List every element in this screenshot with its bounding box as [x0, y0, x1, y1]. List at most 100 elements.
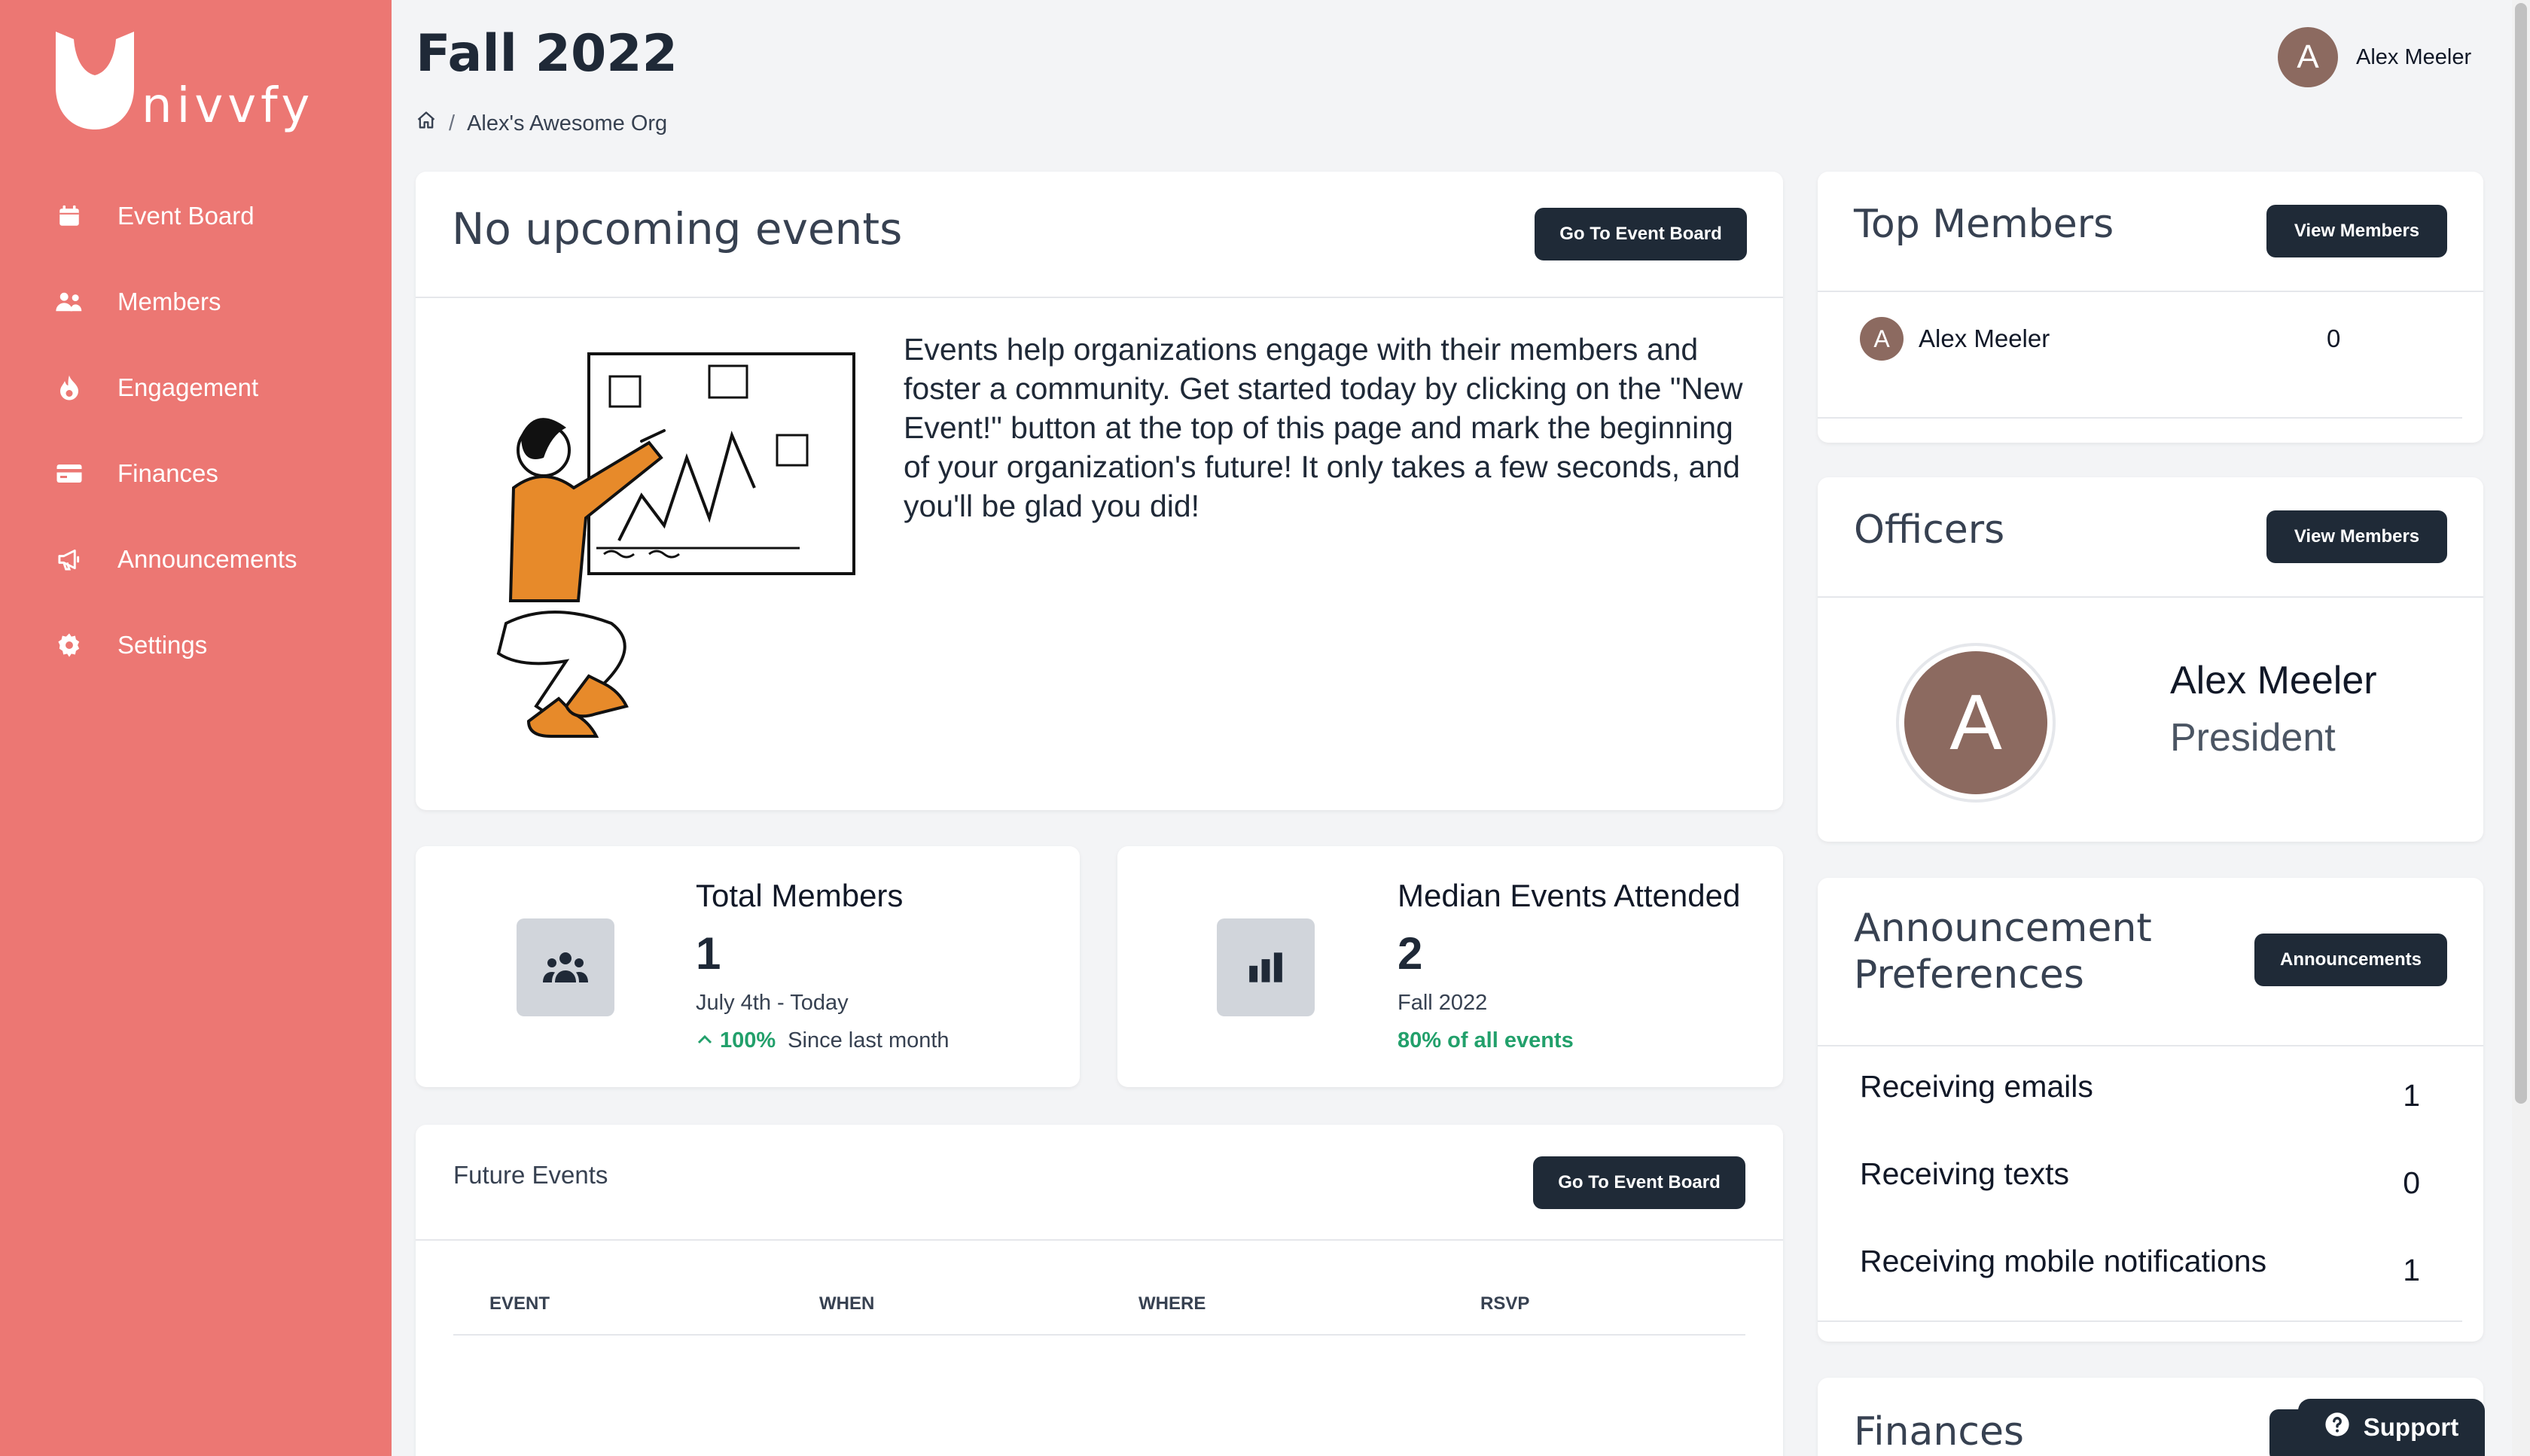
pref-value: 1	[2403, 1078, 2420, 1113]
card-divider	[1818, 596, 2483, 598]
users-stat-icon	[517, 918, 614, 1016]
pref-label: Receiving texts	[1860, 1156, 2070, 1191]
stat-change-value: 100%	[720, 1028, 776, 1052]
title-line: Preferences	[1854, 952, 2084, 998]
card-divider	[1818, 417, 2462, 419]
stat-note: 80% of all events	[1398, 1028, 1574, 1052]
top-members-title: Top Members	[1854, 202, 2114, 247]
card-divider	[416, 297, 1783, 298]
column-header-event[interactable]: EVENT	[489, 1293, 550, 1314]
list-item: Receiving emails 1	[1860, 1069, 2420, 1113]
calendar-icon	[54, 201, 84, 231]
stat-value: 2	[1398, 928, 1423, 979]
member-name: Alex Meeler	[1919, 324, 2050, 352]
sidebar-item-label: Event Board	[117, 202, 255, 230]
finances-title: Finances	[1854, 1409, 2025, 1454]
member-count: 0	[2327, 324, 2341, 352]
breadcrumb-separator: /	[449, 111, 456, 136]
sidebar-item-members[interactable]: Members	[0, 259, 392, 345]
upcoming-events-title: No upcoming events	[452, 203, 903, 254]
stat-change: 100% Since last month	[696, 1028, 950, 1053]
announcements-button[interactable]: Announcements	[2254, 934, 2447, 986]
sidebar-item-engagement[interactable]: Engagement	[0, 345, 392, 431]
card-divider	[1818, 1045, 2483, 1046]
breadcrumb: / Alex's Awesome Org	[416, 110, 667, 137]
sidebar-item-label: Finances	[117, 459, 218, 487]
table-header-divider	[453, 1334, 1745, 1336]
sidebar-item-label: Settings	[117, 631, 208, 659]
credit-card-icon	[54, 458, 84, 489]
bar-chart-icon	[1217, 918, 1315, 1016]
nivvfy-logo[interactable]: nivvfy	[53, 29, 309, 134]
users-icon	[54, 287, 84, 317]
title-line: Announcement	[1854, 906, 2152, 951]
median-events-card: Median Events Attended 2 Fall 2022 80% o…	[1117, 846, 1783, 1087]
officers-card: Officers View Members A Alex Meeler Pres…	[1818, 477, 2483, 842]
pref-value: 1	[2403, 1253, 2420, 1287]
go-to-event-board-button[interactable]: Go To Event Board	[1533, 1156, 1745, 1209]
user-menu[interactable]: A Alex Meeler	[2278, 27, 2471, 87]
avatar: A	[1904, 651, 2047, 794]
help-icon	[2324, 1412, 2350, 1443]
breadcrumb-org[interactable]: Alex's Awesome Org	[467, 111, 667, 136]
avatar: A	[2278, 27, 2338, 87]
stat-value: 1	[696, 928, 721, 979]
sidebar-item-announcements[interactable]: Announcements	[0, 516, 392, 602]
home-icon[interactable]	[416, 110, 437, 137]
user-name: Alex Meeler	[2356, 44, 2472, 69]
sidebar-item-label: Members	[117, 288, 221, 315]
go-to-event-board-button[interactable]: Go To Event Board	[1535, 208, 1747, 260]
card-divider	[1818, 1320, 2462, 1322]
pref-value: 0	[2403, 1165, 2420, 1200]
sidebar-item-settings[interactable]: Settings	[0, 602, 392, 688]
officer-name: Alex Meeler	[2170, 659, 2377, 702]
sidebar: nivvfy Event Board Members Engagement Fi…	[0, 0, 392, 1456]
announcement-preferences-card: Announcement Preferences Announcements R…	[1818, 878, 2483, 1342]
support-label: Support	[2363, 1413, 2459, 1441]
logo-mark-icon	[56, 32, 134, 129]
stat-range: July 4th - Today	[696, 991, 849, 1015]
support-button[interactable]: Support	[2298, 1399, 2485, 1456]
stat-title: Total Members	[696, 878, 904, 913]
pref-label: Receiving emails	[1860, 1069, 2093, 1104]
page-scrollbar[interactable]	[2512, 0, 2530, 1456]
megaphone-icon	[54, 544, 84, 574]
list-item: Receiving texts 0	[1860, 1156, 2420, 1201]
gear-icon	[54, 630, 84, 660]
scrollbar-thumb[interactable]	[2515, 3, 2527, 1104]
sidebar-item-event-board[interactable]: Event Board	[0, 173, 392, 259]
event-illustration	[468, 345, 860, 766]
avatar: A	[1860, 317, 1904, 361]
future-events-title: Future Events	[453, 1161, 608, 1189]
page-title: Fall 2022	[416, 24, 678, 84]
logo-text: nivvfy	[142, 78, 315, 134]
stat-title: Median Events Attended	[1398, 878, 1741, 913]
pref-label: Receiving mobile notifications	[1860, 1244, 2267, 1278]
stat-range: Fall 2022	[1398, 991, 1488, 1015]
sidebar-item-label: Announcements	[117, 545, 297, 573]
top-members-card: Top Members View Members A Alex Meeler 0	[1818, 172, 2483, 443]
announcement-preferences-title: Announcement Preferences	[1854, 905, 2152, 998]
future-events-card: Future Events Go To Event Board EVENT WH…	[416, 1125, 1783, 1456]
arrow-up-icon	[696, 1028, 714, 1053]
card-divider	[416, 1239, 1783, 1241]
sidebar-item-finances[interactable]: Finances	[0, 431, 392, 516]
card-divider	[1818, 291, 2483, 292]
view-members-button[interactable]: View Members	[2266, 205, 2447, 257]
officer-avatar: A	[1896, 643, 2056, 803]
fire-icon	[54, 373, 84, 403]
officers-title: Officers	[1854, 507, 2005, 553]
total-members-card: Total Members 1 July 4th - Today 100% Si…	[416, 846, 1080, 1087]
column-header-rsvp[interactable]: RSVP	[1480, 1293, 1529, 1314]
list-item[interactable]: A Alex Meeler 0	[1860, 316, 2432, 361]
officer-role: President	[2170, 716, 2336, 760]
stat-change-label: Since last month	[788, 1028, 950, 1052]
upcoming-events-card: No upcoming events Go To Event Board Eve…	[416, 172, 1783, 810]
list-item: Receiving mobile notifications 1	[1860, 1244, 2420, 1288]
view-members-button[interactable]: View Members	[2266, 510, 2447, 563]
sidebar-nav: Event Board Members Engagement Finances …	[0, 173, 392, 688]
sidebar-item-label: Engagement	[117, 373, 259, 401]
column-header-when[interactable]: WHEN	[819, 1293, 874, 1314]
upcoming-events-description: Events help organizations engage with th…	[904, 332, 1743, 523]
column-header-where[interactable]: WHERE	[1138, 1293, 1206, 1314]
